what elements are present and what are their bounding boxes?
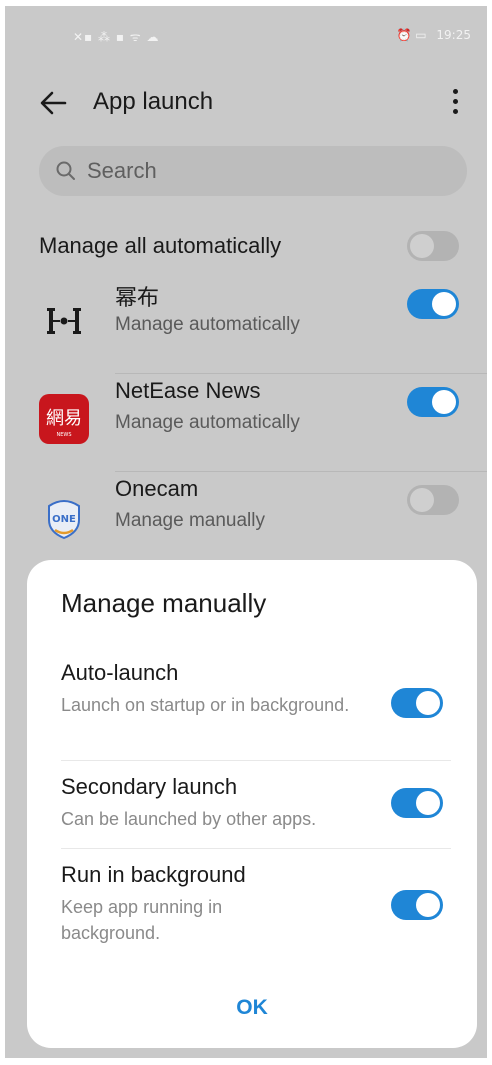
divider [61,848,451,849]
mubu-app-icon [47,308,81,334]
manage-all-toggle[interactable] [407,231,459,261]
app-status: Manage manually [115,510,265,531]
search-icon [56,161,75,180]
option-desc: Can be launched by other apps. [61,809,317,829]
option-desc: Keep app running in background. [61,897,223,943]
list-item[interactable]: 幂布 Manage automatically [5,276,487,374]
secondary-launch-toggle[interactable] [391,788,443,818]
app-toggle-onecam[interactable] [407,485,459,515]
ok-button[interactable]: OK [27,996,477,1020]
page-title: App launch [93,88,214,115]
svg-text:ONE: ONE [52,514,76,525]
run-in-background-toggle[interactable] [391,890,443,920]
onecam-app-icon: ONE [48,500,80,540]
app-name: Onecam [115,476,199,501]
app-status: Manage automatically [115,314,300,335]
back-button[interactable] [35,84,73,122]
list-item[interactable]: 網易 NEWS NetEase News Manage automaticall… [5,374,487,472]
app-toggle-netease-news[interactable] [407,387,459,417]
divider [61,760,451,761]
list-item[interactable]: ONE Onecam Manage manually [5,472,487,570]
status-bar: ✕▪ ⁂ ▪ ᯤ ☁ ⏰ ▭ 19:25 [5,6,487,66]
status-icons-right: ⏰ ▭ 19:25 [390,28,471,42]
app-toggle-mubu[interactable] [407,289,459,319]
more-options-button[interactable] [443,84,467,122]
option-desc: Launch on startup or in background. [61,695,350,715]
arrow-left-icon [40,91,67,115]
status-icons-left: ✕▪ ⁂ ▪ ᯤ ☁ [73,30,160,44]
netease-news-app-icon: 網易 NEWS [39,394,89,444]
status-time: 19:25 [436,28,471,42]
svg-text:NEWS: NEWS [56,432,71,438]
search-input[interactable] [87,146,447,196]
manage-manually-dialog: Manage manually Auto-launch Launch on st… [27,560,477,1048]
option-title: Run in background [61,862,246,887]
app-bar: App launch [5,76,487,132]
manage-all-row: Manage all automatically [5,216,487,276]
auto-launch-toggle[interactable] [391,688,443,718]
status-system-icons: ⏰ ▭ [396,28,427,42]
app-name: NetEase News [115,378,261,403]
option-title: Auto-launch [61,660,179,685]
dialog-title: Manage manually [61,588,267,618]
more-vertical-icon [443,89,467,114]
manage-all-label: Manage all automatically [39,233,282,258]
phone-screen: ✕▪ ⁂ ▪ ᯤ ☁ ⏰ ▭ 19:25 App launch Manage a… [5,6,487,1058]
app-status: Manage automatically [115,412,300,433]
svg-text:網易: 網易 [46,408,82,429]
search-bar[interactable] [39,146,467,196]
app-name: 幂布 [115,285,160,310]
